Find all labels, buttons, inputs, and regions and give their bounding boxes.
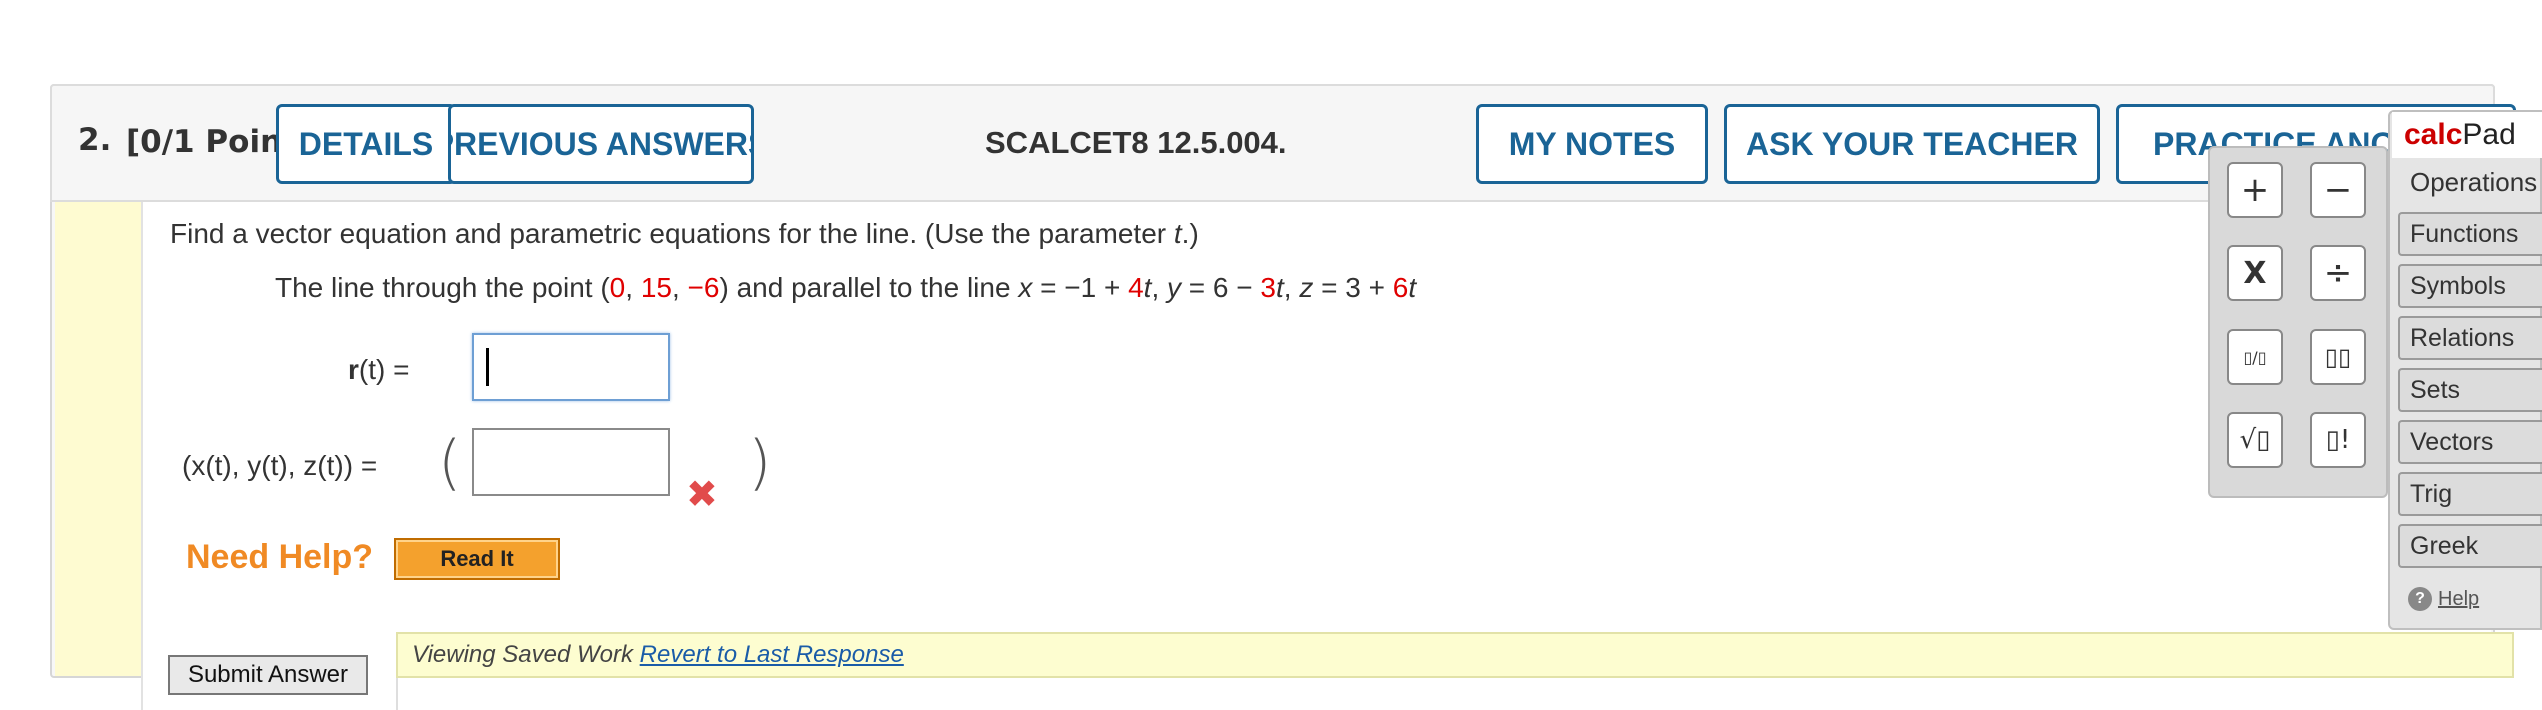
factorial-button[interactable]: ▯! <box>2310 412 2366 468</box>
calcpad-tab-symbols[interactable]: Symbols <box>2398 264 2542 308</box>
sqrt-button[interactable]: √▯ <box>2227 412 2283 468</box>
vector-equation-input[interactable] <box>472 333 670 401</box>
divider <box>396 678 398 710</box>
previous-answers-button[interactable]: PREVIOUS ANSWERS <box>448 104 754 184</box>
right-paren: ) <box>748 428 772 498</box>
divide-button[interactable]: ÷ <box>2310 245 2366 301</box>
calcpad-tab-relations[interactable]: Relations <box>2398 316 2542 360</box>
calcpad-tab-vectors[interactable]: Vectors <box>2398 420 2542 464</box>
vector-equation-label: r(t) = <box>348 354 410 385</box>
parametric-equations-input[interactable] <box>472 428 670 496</box>
need-help-label: Need Help? <box>186 538 374 576</box>
left-margin-bar <box>55 202 141 676</box>
calcpad-title[interactable]: calc Pad <box>2392 112 2542 158</box>
multiply-button[interactable]: X <box>2227 245 2283 301</box>
calcpad-help-link[interactable]: ? Help <box>2408 587 2479 611</box>
details-button[interactable]: DETAILS <box>276 104 456 184</box>
text-cursor <box>486 348 489 386</box>
plus-button[interactable]: + <box>2227 162 2283 218</box>
calcpad-tab-sets[interactable]: Sets <box>2398 368 2542 412</box>
ask-your-teacher-button[interactable]: ASK YOUR TEACHER <box>1724 104 2100 184</box>
calcpad-tab-operations[interactable]: Operations <box>2392 160 2542 204</box>
calcpad-tab-trig[interactable]: Trig <box>2398 472 2542 516</box>
parametric-equations-label: (x(t), y(t), z(t)) = <box>182 450 378 481</box>
question-code: SCALCET8 12.5.004. <box>985 125 1287 160</box>
question-prompt: Find a vector equation and parametric eq… <box>170 218 1199 249</box>
calcpad-tab-greek[interactable]: Greek <box>2398 524 2542 568</box>
calcpad-tab-functions[interactable]: Functions <box>2398 212 2542 256</box>
minus-button[interactable]: − <box>2310 162 2366 218</box>
exponent-button[interactable]: ▯▯ <box>2310 329 2366 385</box>
left-paren: ( <box>438 428 462 498</box>
read-it-button[interactable]: Read It <box>394 538 560 580</box>
question-number: 2. <box>78 122 112 158</box>
help-icon: ? <box>2408 587 2432 611</box>
revert-link[interactable]: Revert to Last Response <box>640 641 904 668</box>
line-description: The line through the point (0, 15, −6) a… <box>275 272 1417 303</box>
fraction-button[interactable]: ▯/▯ <box>2227 329 2283 385</box>
incorrect-x-icon: ✖ <box>686 472 718 516</box>
my-notes-button[interactable]: MY NOTES <box>1476 104 1708 184</box>
saved-work-text: Viewing Saved Work Revert to Last Respon… <box>412 641 904 668</box>
submit-answer-button[interactable]: Submit Answer <box>168 655 368 695</box>
